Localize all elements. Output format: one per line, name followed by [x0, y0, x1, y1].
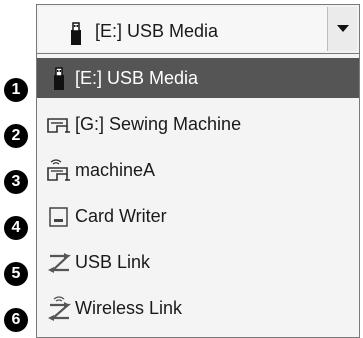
- wireless-link-icon: [45, 296, 73, 322]
- list-item-label: USB Link: [75, 252, 151, 272]
- callout-number: 1: [4, 78, 28, 102]
- chevron-down-icon: [337, 25, 349, 32]
- combo-selected-label: [E:] USB Media: [95, 21, 219, 41]
- callout-number: 2: [4, 124, 28, 148]
- combo-dropdown-button[interactable]: [327, 7, 357, 51]
- list-item-label: [G:] Sewing Machine: [75, 114, 242, 134]
- usb-stick-icon: [45, 66, 73, 92]
- wireless-sewing-machine-icon: [45, 158, 73, 184]
- list-item-label: [E:] USB Media: [75, 68, 199, 88]
- card-writer-icon: [45, 204, 73, 230]
- list-item-label: Wireless Link: [75, 298, 183, 318]
- callout-number: 4: [4, 216, 28, 240]
- list-item-card-writer[interactable]: Card Writer: [37, 196, 359, 236]
- sewing-machine-icon: [45, 112, 73, 138]
- callout-number: 3: [4, 170, 28, 194]
- device-dropdown-list: [E:] USB Media [G:] Sewing Machine machi…: [36, 54, 360, 338]
- callout-number: 5: [4, 262, 28, 286]
- list-item-label: Card Writer: [75, 206, 167, 226]
- usb-stick-icon: [65, 21, 87, 47]
- callout-number: 6: [4, 308, 28, 332]
- list-item-label: machineA: [75, 160, 156, 180]
- combo-field: [E:] USB Media: [39, 7, 357, 51]
- list-item-usb-link[interactable]: USB Link: [37, 242, 359, 282]
- list-item-wireless-link[interactable]: Wireless Link: [37, 288, 359, 328]
- device-selector-screenshot: [E:] USB Media [E:] USB Media [G:] Sewin…: [0, 0, 363, 338]
- list-item-usb-media[interactable]: [E:] USB Media: [37, 58, 359, 98]
- list-item-machinea[interactable]: machineA: [37, 150, 359, 190]
- device-combo-box[interactable]: [E:] USB Media: [36, 4, 360, 54]
- usb-link-icon: [45, 250, 73, 276]
- list-item-sewing-machine[interactable]: [G:] Sewing Machine: [37, 104, 359, 144]
